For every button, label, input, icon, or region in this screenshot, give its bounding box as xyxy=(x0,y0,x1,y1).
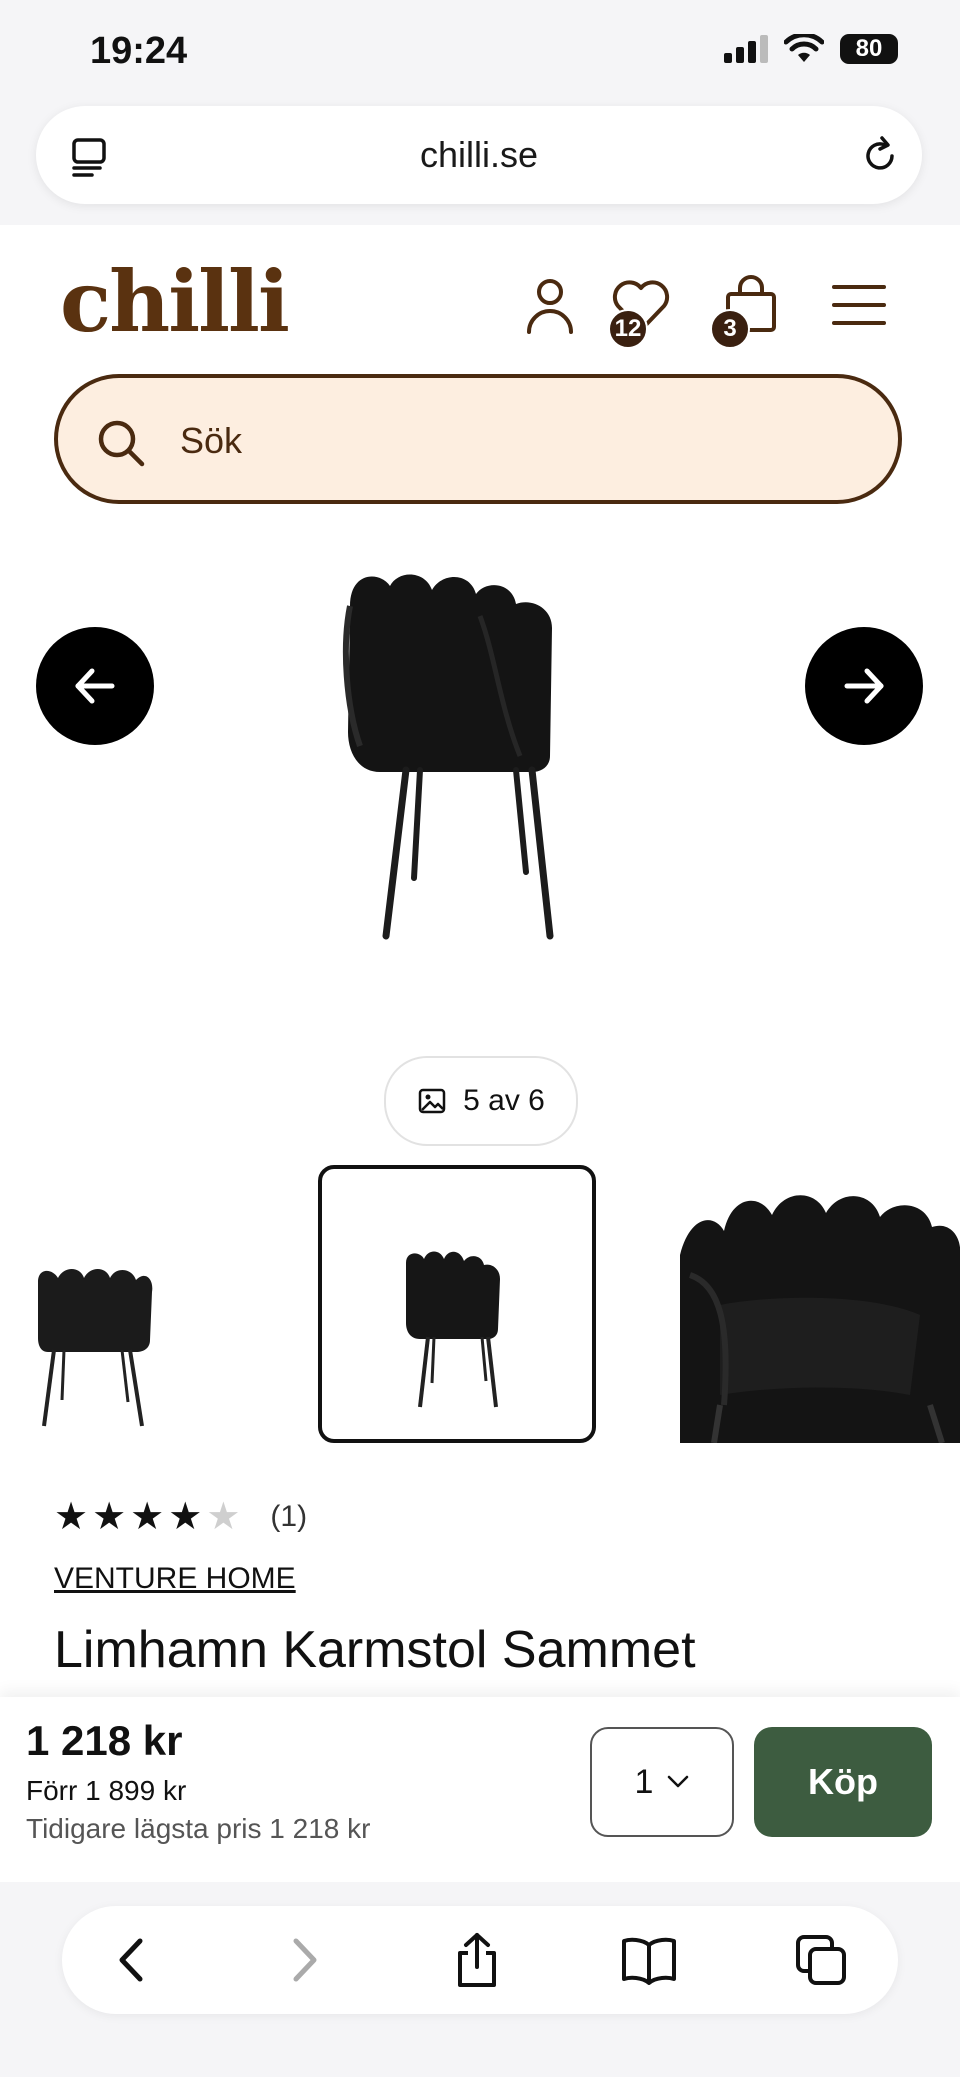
image-icon xyxy=(418,1088,446,1114)
star-icon: ★ xyxy=(130,1496,165,1538)
thumbnail-image-4[interactable] xyxy=(30,1260,160,1430)
lowest-price-note: Tidigare lägsta pris 1 218 kr xyxy=(26,1813,371,1844)
back-icon xyxy=(119,1938,143,1982)
address-bar[interactable]: chilli.se xyxy=(36,106,922,204)
status-bar: 19:24 80 xyxy=(0,0,960,105)
image-counter[interactable]: 5 av 6 xyxy=(384,1056,578,1146)
star-icon: ★ xyxy=(54,1496,89,1538)
star-icon: ★ xyxy=(168,1496,203,1538)
brand-link[interactable]: VENTURE HOME xyxy=(54,1562,296,1596)
wifi-icon xyxy=(784,34,824,62)
previous-image-button[interactable] xyxy=(36,627,154,745)
thumbnail-image-5-active[interactable] xyxy=(318,1165,596,1443)
rating-count: (1) xyxy=(270,1500,308,1533)
url-text[interactable]: chilli.se xyxy=(36,134,922,176)
share-icon xyxy=(458,1933,496,1987)
previous-price: Förr 1 899 kr xyxy=(26,1775,187,1806)
bookmarks-button[interactable] xyxy=(617,1928,681,1992)
arrow-right-icon xyxy=(844,668,884,704)
next-image-button[interactable] xyxy=(805,627,923,745)
status-time: 19:24 xyxy=(90,30,188,72)
arrow-left-icon xyxy=(75,668,115,704)
star-icon: ★ xyxy=(92,1496,127,1538)
thumbnail-image-6[interactable] xyxy=(680,1175,960,1443)
chevron-down-icon xyxy=(668,1775,689,1788)
browser-toolbar xyxy=(62,1906,898,2014)
search-input[interactable] xyxy=(178,412,782,470)
share-button[interactable] xyxy=(445,1928,509,1992)
tabs-overview-icon xyxy=(796,1935,846,1985)
forward-icon xyxy=(293,1938,317,1982)
user-icon[interactable] xyxy=(515,270,585,340)
status-icons: 80 xyxy=(724,34,898,64)
buy-bar: 1 218 kr Förr 1 899 kr Tidigare lägsta p… xyxy=(0,1697,960,1882)
product-rating[interactable]: ★ ★ ★ ★ ★ (1) xyxy=(54,1498,307,1536)
site-logo[interactable]: chilli xyxy=(60,252,290,351)
star-empty-icon: ★ xyxy=(206,1496,241,1538)
tabs-overview-button[interactable] xyxy=(789,1928,853,1992)
product-title: Limhamn Karmstol Sammet xyxy=(54,1621,696,1679)
search-bar[interactable] xyxy=(54,374,902,504)
buy-button[interactable]: Köp xyxy=(754,1727,932,1837)
current-price: 1 218 kr xyxy=(26,1717,183,1764)
signal-icon xyxy=(724,35,768,63)
battery-indicator: 80 xyxy=(840,34,898,64)
back-button[interactable] xyxy=(100,1928,164,1992)
wishlist-count-badge: 12 xyxy=(608,309,648,349)
reload-icon[interactable] xyxy=(860,136,900,176)
bookmarks-icon xyxy=(622,1937,676,1985)
image-counter-text: 5 av 6 xyxy=(463,1084,545,1117)
forward-button[interactable] xyxy=(272,1928,336,1992)
product-main-image[interactable] xyxy=(320,556,620,946)
quantity-select[interactable]: 1 xyxy=(590,1727,734,1837)
cart-count-badge: 3 xyxy=(710,309,750,349)
menu-icon[interactable] xyxy=(824,270,894,340)
search-icon xyxy=(98,420,145,467)
quantity-value: 1 xyxy=(634,1762,654,1801)
